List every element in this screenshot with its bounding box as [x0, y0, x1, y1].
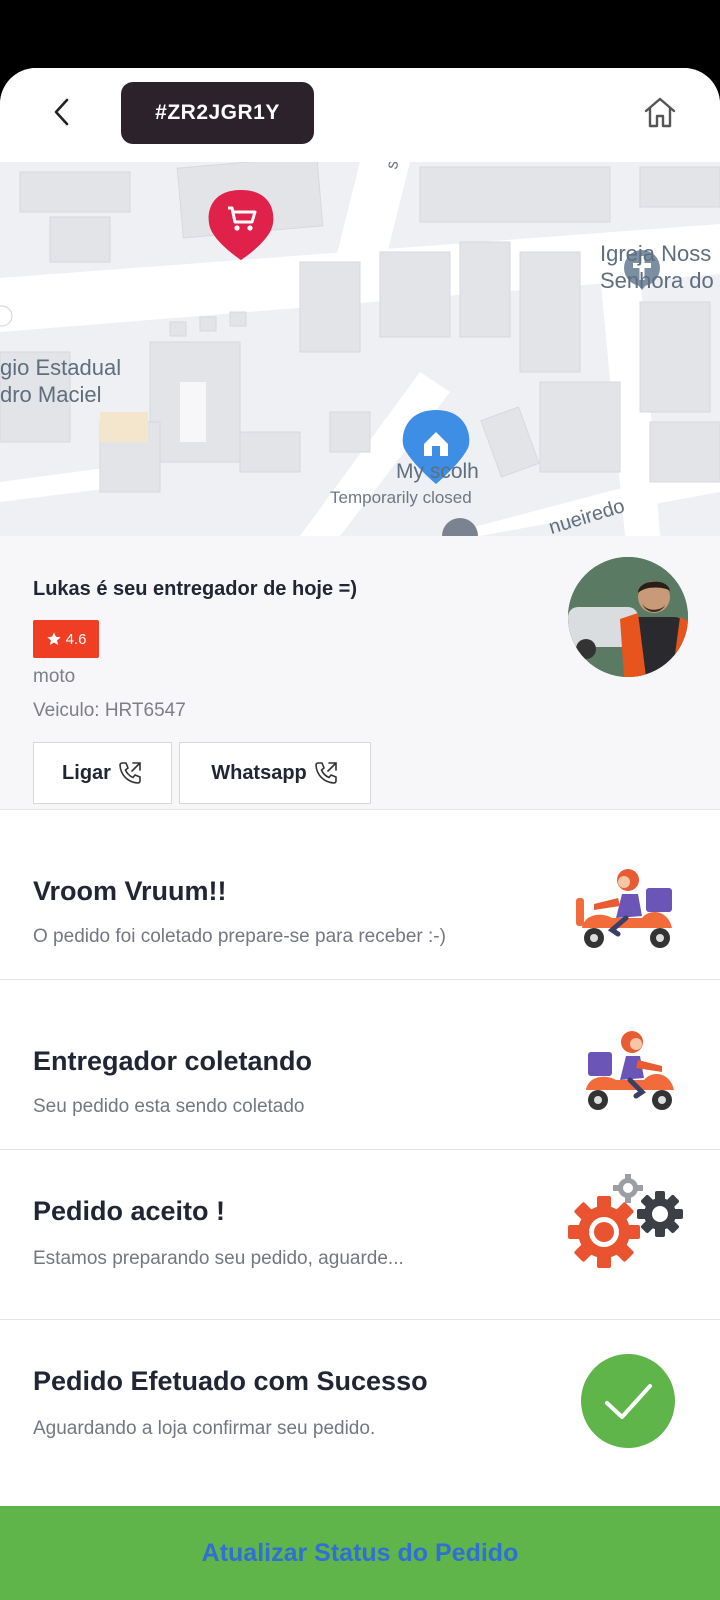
phone-outgoing-icon: [314, 762, 337, 784]
courier-title: Lukas é seu entregador de hoje =): [33, 578, 357, 600]
map-label-church: Igreja Noss Senhora do: [600, 241, 714, 293]
vehicle-plate: Veiculo: HRT6547: [33, 700, 186, 721]
step-title: Vroom Vruum!!: [33, 876, 227, 906]
order-tracking-screen: #ZR2JGR1Y Igreja Noss Senhora do gio Est…: [0, 68, 720, 1600]
status-step-collecting: Entregador coletando Seu pedido esta sen…: [0, 980, 720, 1150]
home-button[interactable]: [640, 92, 680, 132]
vehicle-type: moto: [33, 666, 76, 687]
order-code-badge: #ZR2JGR1Y: [121, 82, 314, 144]
back-button[interactable]: [44, 94, 80, 130]
courier-photo: [568, 557, 688, 677]
map-background: [0, 162, 720, 536]
update-status-button[interactable]: Atualizar Status do Pedido: [0, 1506, 720, 1600]
whatsapp-button-label: Whatsapp: [211, 761, 307, 784]
status-step-delivering: Vroom Vruum!! O pedido foi coletado prep…: [0, 810, 720, 980]
chevron-left-icon: [54, 98, 69, 126]
check-circle-icon: [581, 1354, 675, 1448]
step-title: Pedido aceito !: [33, 1196, 226, 1226]
call-button-label: Ligar: [62, 761, 111, 784]
home-icon: [644, 97, 676, 128]
step-desc: Seu pedido esta sendo coletado: [33, 1096, 305, 1117]
step-desc: Estamos preparando seu pedido, aguarde..…: [33, 1248, 404, 1269]
step-desc: O pedido foi coletado prepare-se para re…: [33, 926, 446, 947]
map-label-place-status: Temporarily closed: [330, 488, 472, 507]
status-step-accepted: Pedido aceito ! Estamos preparando seu p…: [0, 1150, 720, 1320]
scooter-delivery-icon: [576, 869, 672, 948]
step-title: Entregador coletando: [33, 1046, 313, 1076]
delivery-map[interactable]: Igreja Noss Senhora do gio Estadual dro …: [0, 162, 720, 536]
rating-badge: 4.6: [33, 620, 99, 658]
scooter-pickup-icon: [586, 1031, 674, 1110]
star-icon: [46, 632, 61, 645]
step-title: Pedido Efetuado com Sucesso: [33, 1366, 428, 1396]
map-label-place: My scolh: [396, 460, 479, 483]
map-label-school: gio Estadual dro Maciel: [0, 355, 122, 407]
courier-card: Lukas é seu entregador de hoje =) 4.6 mo…: [0, 536, 720, 810]
phone-outgoing-icon: [119, 762, 141, 784]
top-bar: #ZR2JGR1Y: [0, 68, 720, 162]
status-step-placed: Pedido Efetuado com Sucesso Aguardando a…: [0, 1320, 720, 1490]
rating-value: 4.6: [65, 630, 87, 648]
whatsapp-button[interactable]: Whatsapp: [179, 742, 371, 804]
store-pin-icon: [208, 190, 274, 260]
gears-icon: [568, 1174, 683, 1268]
step-desc: Aguardando a loja confirmar seu pedido.: [33, 1418, 376, 1439]
courier-avatar: [568, 557, 688, 677]
call-button[interactable]: Ligar: [33, 742, 172, 804]
